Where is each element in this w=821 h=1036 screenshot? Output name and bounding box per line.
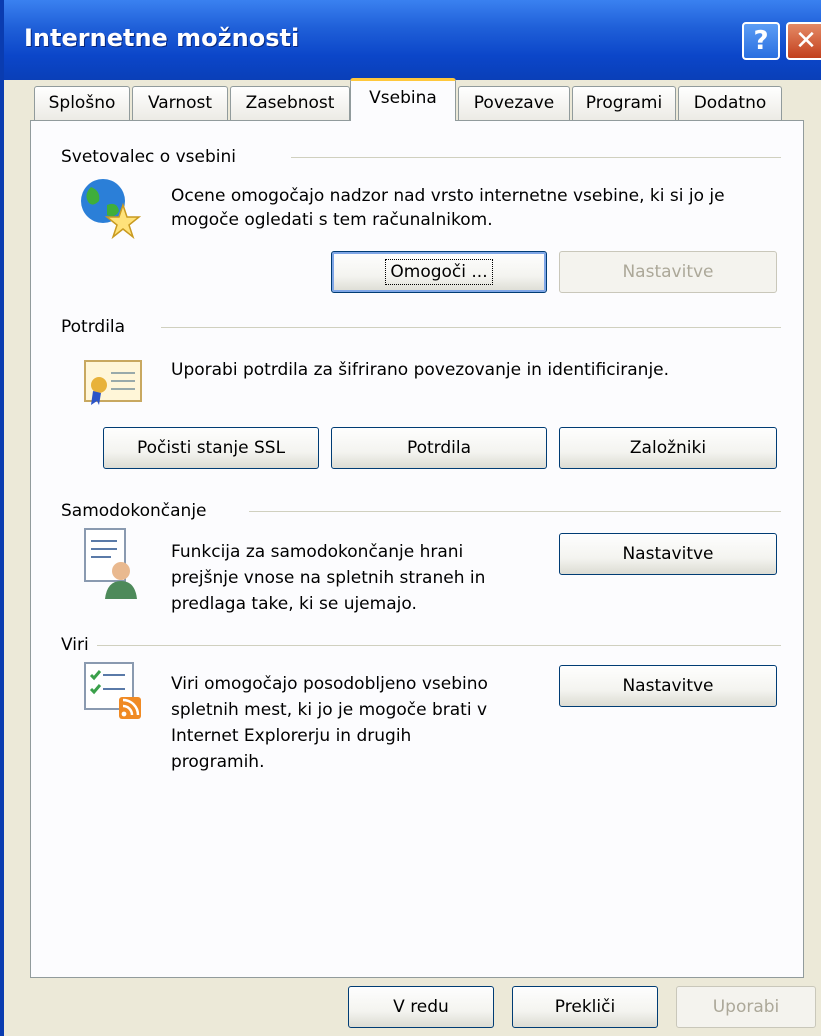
- rss-feed-icon: [84, 662, 141, 719]
- enable-button[interactable]: Omogoči ...: [331, 251, 547, 293]
- autocomplete-description-line1: Funkcija za samodokončanje hrani: [171, 542, 464, 562]
- feeds-description-line4: programih.: [171, 752, 265, 772]
- certificates-heading: Potrdila: [61, 317, 126, 337]
- autocomplete-settings-button[interactable]: Nastavitve: [559, 533, 777, 575]
- settings-label: Nastavitve: [622, 544, 714, 564]
- autocomplete-description-line3: predlaga take, ki se ujemajo.: [171, 594, 417, 614]
- divider: [249, 511, 781, 512]
- tab-vsebina[interactable]: Vsebina: [350, 78, 456, 121]
- autocomplete-heading: Samodokončanje: [61, 501, 207, 521]
- tab-label: Programi: [585, 93, 663, 113]
- autocomplete-user-icon: [84, 528, 137, 599]
- publishers-button[interactable]: Založniki: [559, 427, 777, 469]
- settings-label: Nastavitve: [622, 262, 714, 282]
- certificates-description: Uporabi potrdila za šifrirano povezovanj…: [171, 360, 670, 380]
- ok-label: V redu: [393, 997, 449, 1017]
- close-button[interactable]: ✕: [786, 22, 821, 60]
- certificate-icon: [84, 360, 142, 405]
- tab-label: Dodatno: [693, 93, 767, 113]
- tab-dodatno[interactable]: Dodatno: [678, 86, 782, 120]
- tab-povezave[interactable]: Povezave: [458, 86, 570, 120]
- autocomplete-description-line2: prejšnje vnose na spletnih straneh in: [171, 568, 486, 588]
- feeds-description-line1: Viri omogočajo posodobljeno vsebino: [171, 674, 488, 694]
- internet-options-dialog: Internetne možnosti ? ✕ Splošno Varnost …: [0, 0, 821, 1036]
- tab-label: Zasebnost: [245, 93, 335, 113]
- tab-splosno[interactable]: Splošno: [34, 86, 130, 120]
- question-mark-icon: ?: [753, 26, 769, 56]
- content-advisor-description-line2: mogoče ogledati s tem računalnikom.: [171, 210, 493, 230]
- enable-label: Omogoči ...: [385, 259, 493, 285]
- content-advisor-description-line1: Ocene omogočajo nadzor nad vrsto interne…: [171, 186, 725, 206]
- tab-label: Splošno: [48, 93, 116, 113]
- close-icon: ✕: [795, 26, 817, 56]
- apply-label: Uporabi: [712, 997, 780, 1017]
- globe-star-icon: [81, 179, 141, 239]
- ok-button[interactable]: V redu: [348, 986, 494, 1028]
- tab-label: Varnost: [147, 93, 213, 113]
- publishers-label: Založniki: [629, 438, 707, 458]
- content-advisor-heading: Svetovalec o vsebini: [61, 147, 236, 167]
- feeds-description-line2: spletnih mest, ki jo je mogoče brati v: [171, 700, 488, 720]
- clear-ssl-label: Počisti stanje SSL: [136, 438, 286, 458]
- settings-label: Nastavitve: [622, 676, 714, 696]
- feeds-settings-button[interactable]: Nastavitve: [559, 665, 777, 707]
- divider: [161, 327, 781, 328]
- tab-label: Povezave: [473, 93, 555, 113]
- divider: [291, 157, 781, 158]
- window-title: Internetne možnosti: [24, 24, 300, 52]
- certificates-button[interactable]: Potrdila: [331, 427, 547, 469]
- help-button[interactable]: ?: [742, 22, 780, 60]
- divider: [97, 645, 781, 646]
- tab-programi[interactable]: Programi: [572, 86, 676, 120]
- certificates-label: Potrdila: [406, 438, 472, 458]
- content-tab-panel: Svetovalec o vsebini Ocene omogočajo nad…: [30, 120, 804, 978]
- feeds-heading: Viri: [61, 635, 89, 655]
- feeds-description-line3: Internet Explorerju in drugih: [171, 726, 412, 746]
- cancel-button[interactable]: Prekliči: [512, 986, 658, 1028]
- tab-zasebnost[interactable]: Zasebnost: [230, 86, 350, 120]
- tab-label: Vsebina: [369, 88, 437, 108]
- content-advisor-settings-button[interactable]: Nastavitve: [559, 251, 777, 293]
- apply-button[interactable]: Uporabi: [676, 986, 816, 1028]
- title-bar[interactable]: Internetne možnosti ? ✕: [4, 0, 821, 80]
- clear-ssl-state-button[interactable]: Počisti stanje SSL: [103, 427, 319, 469]
- cancel-label: Prekliči: [554, 997, 616, 1017]
- tab-varnost[interactable]: Varnost: [132, 86, 228, 120]
